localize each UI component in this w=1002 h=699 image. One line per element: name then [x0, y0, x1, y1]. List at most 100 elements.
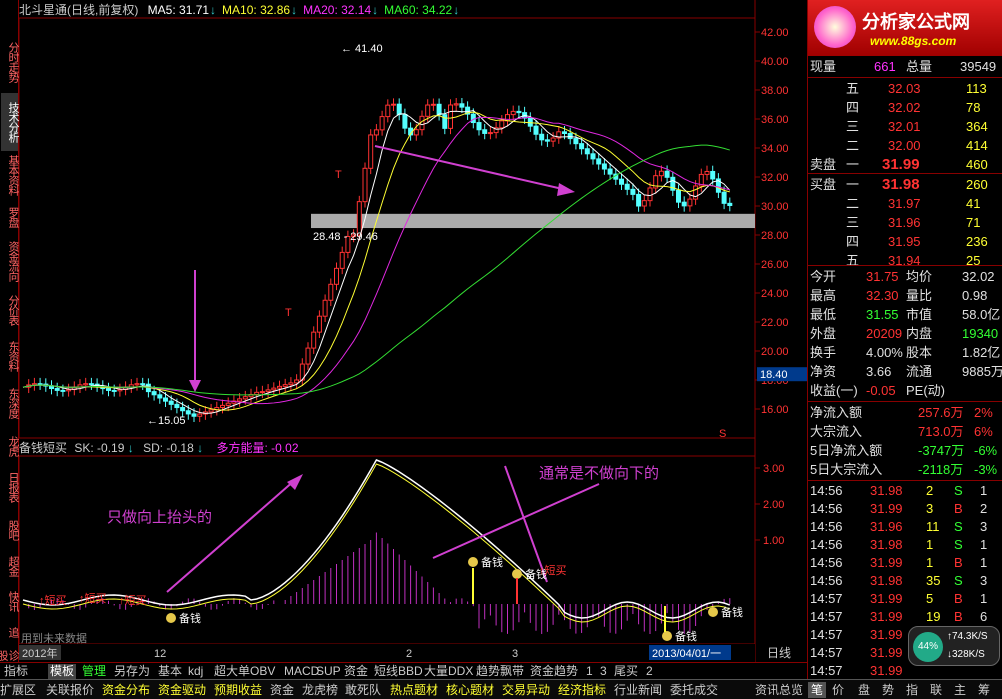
bottom-toolbar: 扩展区 关联报价 资金分布 资金驱动 预期收益 资金 龙虎榜 敢死队 热点题材 核心题材 交易异动经… [0, 679, 1002, 699]
toolbar-tab-2[interactable]: 资金分布 [102, 682, 150, 698]
tick-side: S [954, 537, 963, 552]
bid-level: 二 [846, 196, 860, 211]
toolbar-tab-19[interactable]: 指 [906, 682, 918, 698]
flow-row: 大宗流入 713.0万 6% [808, 423, 1002, 441]
short-buy-label: ↑短买 [39, 593, 67, 607]
nav-tab-5[interactable]: 分价表 [1, 288, 19, 332]
flow-label: 5日大宗流入 [810, 462, 883, 477]
tick-volume: 3 [926, 501, 934, 516]
nav-tab-8[interactable]: 龙虎 [1, 430, 19, 462]
indicator-tab-9[interactable]: SUP [314, 664, 343, 679]
toolbar-tab-3[interactable]: 资金驱动 [158, 682, 206, 698]
toolbar-tab-11[interactable]: 经济指标 [558, 682, 606, 698]
indicator-tab-11[interactable]: 短线BBD [372, 664, 425, 679]
bid-row: 三 31.96 71 [808, 214, 1002, 232]
bid-level: 三 [846, 215, 860, 230]
tick-count: 6 [980, 609, 988, 624]
tick-count: 1 [980, 555, 988, 570]
flow-value: 257.6万 [918, 405, 964, 420]
stat-label: PE(动) [906, 383, 946, 398]
toolbar-tab-21[interactable]: 主 [954, 682, 966, 698]
ask-row: 五 32.03 113 [808, 80, 1002, 98]
toolbar-tab-14[interactable]: 资讯总览 [755, 682, 803, 698]
tick-volume: 1 [926, 537, 934, 552]
stat-row: 换手 4.00% 股本 1.82亿 [808, 344, 1002, 362]
toolbar-tab-0[interactable]: 扩展区 [0, 682, 36, 698]
nav-tab-6[interactable]: 东资料 [1, 335, 19, 377]
tick-time: 14:57 [810, 663, 843, 678]
toolbar-tab-10[interactable]: 交易异动 [502, 682, 550, 698]
indicator-tab-15[interactable]: 1 [584, 664, 595, 679]
toolbar-tab-22[interactable]: 筹 [978, 682, 990, 698]
tick-volume: 19 [926, 609, 941, 624]
toolbar-tab-4[interactable]: 预期收益 [214, 682, 262, 698]
indicator-tab-18[interactable]: 2 [644, 664, 655, 679]
indicator-tab-0[interactable]: 指标 [2, 664, 30, 679]
tick-side: B [954, 501, 963, 516]
nav-tab-2[interactable]: 基本资料 [1, 153, 19, 197]
nav-tab-0[interactable]: 分时走势 [1, 33, 19, 91]
toolbar-tab-16[interactable]: 价 [832, 682, 844, 698]
indicator-tab-6[interactable]: 超大单 [212, 664, 252, 679]
indicator-tab-12[interactable]: 大量DDX [422, 664, 475, 679]
stat-label: 量比 [906, 288, 933, 303]
indicator-tab-13[interactable]: 趋势飘带 [474, 664, 526, 679]
indicator-tab-14[interactable]: 资金趋势 [528, 664, 580, 679]
ask-row: 二 32.00 414 [808, 137, 1002, 155]
flow-value: 713.0万 [918, 424, 964, 439]
tick-time: 14:56 [810, 519, 843, 534]
toolbar-tab-13[interactable]: 委托成交 [670, 682, 718, 698]
nav-tab-11[interactable]: 超金 [1, 550, 19, 582]
nav-tab-14[interactable]: 诊股 [0, 648, 19, 662]
toolbar-tab-1[interactable]: 关联报价 [46, 682, 94, 698]
tick-price: 31.99 [870, 627, 903, 642]
toolbar-tab-17[interactable]: 盘 [858, 682, 870, 698]
toolbar-tab-12[interactable]: 行业新闻 [614, 682, 662, 698]
tick-time: 14:56 [810, 483, 843, 498]
nav-tab-10[interactable]: 股吧 [1, 512, 19, 548]
chart-svg[interactable]: 42.0040.0038.0036.0034.0032.0030.0028.00… [19, 0, 807, 662]
toolbar-tab-5[interactable]: 资金 [270, 682, 294, 698]
nav-tab-9[interactable]: 日报表 [1, 465, 19, 509]
indicator-tab-5[interactable]: kdj [186, 664, 205, 679]
toolbar-tab-8[interactable]: 热点题材 [390, 682, 438, 698]
tick-count: 1 [980, 537, 988, 552]
indicator-tick: 2.00 [763, 499, 784, 511]
price-tick: 40.00 [761, 56, 789, 68]
indicator-tab-4[interactable]: 基本 [156, 664, 184, 679]
ask-level: 四 [846, 100, 860, 115]
toolbar-tab-20[interactable]: 联 [930, 682, 942, 698]
indicator-tab-7[interactable]: OBV [248, 664, 277, 679]
date-tag-text: 2013/04/01/一 [652, 648, 721, 660]
indicator-tab-1[interactable]: 模板 [48, 664, 77, 679]
indicator-tab-17[interactable]: 尾买 [612, 664, 640, 679]
toolbar-tab-15[interactable]: 笔 [808, 682, 827, 698]
indicator-tab-3[interactable]: 另存为 [112, 664, 152, 679]
total-label: 总量 [906, 59, 933, 74]
bid-price: 31.98 [882, 176, 920, 193]
nav-tab-7[interactable]: 东深度 [1, 380, 19, 426]
nav-tab-1[interactable]: 技术分析 [1, 93, 19, 151]
stat-row: 净资 3.66 流通 9885万 [808, 363, 1002, 381]
indicator-tab-10[interactable]: 资金 [342, 664, 370, 679]
flow-pct: -3% [974, 462, 998, 477]
indicator-tab-2[interactable]: 管理 [80, 664, 108, 679]
nav-tab-12[interactable]: 快讯 [1, 585, 19, 617]
tick-row: 14:56 31.99 1 B 1 [808, 554, 1002, 572]
stat-label: 股本 [906, 345, 933, 360]
indicator-histogram [28, 532, 731, 634]
bid-row: 四 31.95 236 [808, 233, 1002, 251]
toolbar-tab-9[interactable]: 核心题材 [446, 682, 494, 698]
toolbar-tab-7[interactable]: 敢死队 [345, 682, 381, 698]
ma20-line [22, 116, 730, 405]
up-annotation: 只做向上抬头的 [107, 509, 212, 526]
nav-tab-4[interactable]: 资金流向 [1, 237, 19, 285]
nav-tab-13[interactable]: 追 [1, 620, 19, 644]
indicator-power: 多方能量: -0.02 [216, 441, 299, 455]
toolbar-tab-6[interactable]: 龙虎榜 [302, 682, 338, 698]
indicator-tab-16[interactable]: 3 [598, 664, 609, 679]
chart-area[interactable]: 42.00 40.00 38.00 36.00 34.00 32.00 30.00 28.00… [19, 0, 807, 662]
nav-tab-3[interactable]: 罗盘 [1, 200, 19, 234]
now-value: 661 [874, 59, 896, 74]
toolbar-tab-18[interactable]: 势 [882, 682, 894, 698]
